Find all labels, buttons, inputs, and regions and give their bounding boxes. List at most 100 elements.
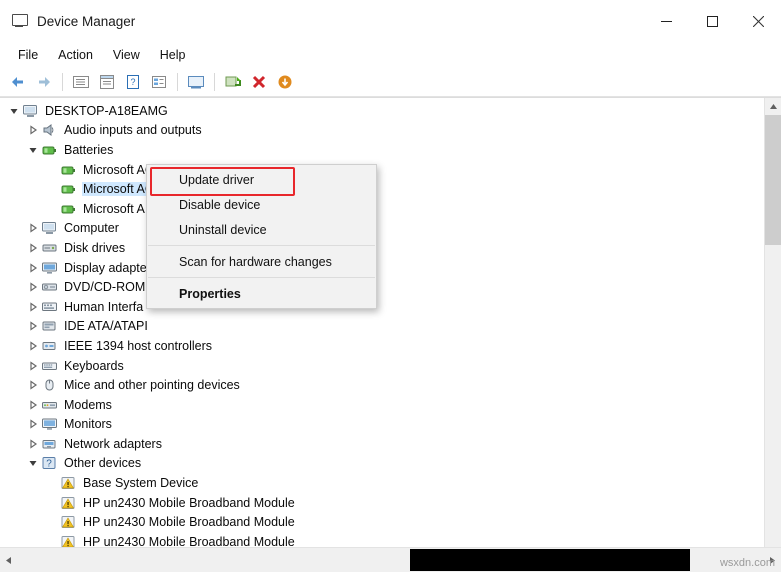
tree-item[interactable]: Microsoft A [0,199,765,219]
warning-icon [60,475,77,491]
vertical-scrollbar-thumb[interactable] [765,115,781,245]
tree-item[interactable]: HP un2430 Mobile Broadband Module [0,493,765,513]
tree-item[interactable]: DESKTOP-A18EAMG [0,101,765,121]
computer-icon [41,220,58,236]
tree-item[interactable]: ? Other devices [0,454,765,474]
context-menu-item[interactable]: Properties [147,281,376,306]
window-controls [643,0,781,42]
chevron-right-icon[interactable] [25,358,41,374]
tree-item[interactable]: Display adapte [0,258,765,278]
update-driver-icon[interactable] [221,70,245,93]
help-icon[interactable]: ? [121,70,145,93]
tree-item[interactable]: Microsoft AC Adapter [0,160,765,180]
chevron-right-icon[interactable] [25,338,41,354]
tree-item[interactable]: Microsoft ACPI-Compliant Control Method … [0,179,765,199]
chevron-right-icon[interactable] [25,397,41,413]
keyboard-icon [41,358,58,374]
tree-item-label: IDE ATA/ATAPI [64,319,148,334]
toolbar-separator-2 [177,72,178,91]
tree-item[interactable]: Computer [0,219,765,239]
tree-item[interactable]: Human Interfa [0,297,765,317]
battery-icon [41,142,58,158]
context-menu-item[interactable]: Update driver [147,167,376,192]
battery-icon [60,162,77,178]
tree-item[interactable]: Network adapters [0,434,765,454]
vertical-scrollbar[interactable] [764,98,781,548]
chevron-down-icon[interactable] [25,142,41,158]
tree-item[interactable]: HP un2430 Mobile Broadband Module [0,532,765,548]
tree-item[interactable]: Mice and other pointing devices [0,375,765,395]
disk-icon [41,240,58,256]
tree-item[interactable]: DVD/CD-ROM [0,277,765,297]
svg-text:?: ? [46,459,52,470]
properties-icon[interactable] [95,70,119,93]
chevron-right-icon[interactable] [25,318,41,334]
chevron-right-icon[interactable] [25,299,41,315]
tree-item[interactable]: Base System Device [0,473,765,493]
tree-item-label: Modems [64,397,112,412]
tree-item[interactable]: Disk drives [0,238,765,258]
tree-item[interactable]: Keyboards [0,356,765,376]
scroll-left-button[interactable] [0,548,17,572]
close-button[interactable] [735,0,781,42]
chevron-right-icon[interactable] [25,240,41,256]
network-icon [41,436,58,452]
tree-item-label: Keyboards [64,358,124,373]
disable-device-icon[interactable] [273,70,297,93]
tree-item[interactable]: IDE ATA/ATAPI [0,317,765,337]
mouse-icon [41,377,58,393]
context-menu-item[interactable]: Disable device [147,192,376,217]
chevron-down-icon[interactable] [25,455,41,471]
horizontal-scrollbar[interactable] [0,547,781,572]
scan-hardware-icon[interactable] [184,70,208,93]
tree-item[interactable]: HP un2430 Mobile Broadband Module [0,512,765,532]
minimize-button[interactable] [643,0,689,42]
menu-file[interactable]: File [8,45,48,65]
back-icon[interactable] [6,70,30,93]
maximize-button[interactable] [689,0,735,42]
tree-item-label: Mice and other pointing devices [64,378,240,393]
chevron-down-icon[interactable] [6,103,22,119]
tree-item[interactable]: Batteries [0,140,765,160]
warning-icon [60,495,77,511]
tree-item[interactable]: Monitors [0,415,765,435]
menu-help[interactable]: Help [150,45,196,65]
menu-view[interactable]: View [103,45,150,65]
chevron-right-icon[interactable] [25,436,41,452]
toolbar-separator [62,72,63,91]
title-bar: Device Manager [0,0,781,42]
context-menu[interactable]: Update driver Disable device Uninstall dev… [146,164,377,309]
chevron-right-icon[interactable] [25,377,41,393]
tree-item-label: Base System Device [83,476,199,491]
forward-icon[interactable] [32,70,56,93]
tree-item-label: Human Interfa [64,299,144,314]
tree-item-label: Computer [64,221,119,236]
tree-item[interactable]: Audio inputs and outputs [0,121,765,141]
tree-item[interactable]: IEEE 1394 host controllers [0,336,765,356]
tree-view-icon[interactable] [69,70,93,93]
chevron-right-icon[interactable] [25,220,41,236]
chevron-right-icon[interactable] [25,122,41,138]
tree-item-label: HP un2430 Mobile Broadband Module [83,495,295,510]
devices-by-type-icon[interactable] [147,70,171,93]
menu-action[interactable]: Action [48,45,103,65]
svg-text:?: ? [130,77,135,87]
chevron-right-icon[interactable] [25,260,41,276]
chevron-right-icon[interactable] [25,416,41,432]
context-menu-item[interactable]: Scan for hardware changes [147,249,376,274]
device-tree[interactable]: DESKTOP-A18EAMG Audio inputs and outputs B… [0,98,765,548]
device-tree-panel: DESKTOP-A18EAMG Audio inputs and outputs B… [0,97,781,548]
tree-item-label: Other devices [64,456,142,471]
other-device-icon: ? [41,455,58,471]
monitor-icon [41,416,58,432]
tree-item-label: Batteries [64,142,114,157]
scroll-up-button[interactable] [765,98,781,115]
uninstall-device-icon[interactable] [247,70,271,93]
chevron-right-icon[interactable] [25,279,41,295]
horizontal-scrollbar-thumb[interactable] [410,549,690,571]
context-menu-item[interactable]: Uninstall device [147,217,376,242]
tree-item[interactable]: Modems [0,395,765,415]
